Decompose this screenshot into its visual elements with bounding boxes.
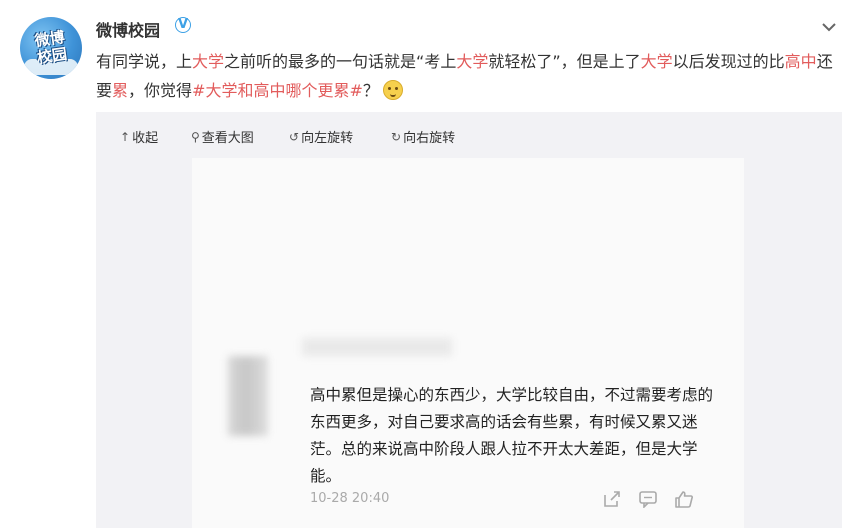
avatar-logo-text: 微博 校园: [33, 28, 69, 67]
share-icon: [604, 491, 620, 507]
like-icon: [675, 491, 693, 508]
media-panel: ↑ 收起 ⚲ 查看大图 ↺ 向左旋转 ↻ 向右旋转 高中累但是操心的东西少，大学…: [96, 112, 842, 528]
doge-emoji: [382, 80, 403, 100]
view-large-button[interactable]: ⚲ 查看大图: [191, 127, 254, 147]
verified-badge-icon: V: [175, 17, 191, 33]
post-keyword: 大学: [456, 52, 489, 71]
collapse-arrow-icon: ↑: [120, 129, 131, 144]
blurred-username: [302, 338, 452, 356]
collapse-button[interactable]: ↑ 收起: [120, 127, 159, 147]
post-text: 有同学说，上大学之前听的最多的一句话就是“考上大学就轻松了”，但是上了大学以后发…: [96, 47, 836, 105]
post-keyword: 高中: [784, 52, 817, 71]
media-toolbar: ↑ 收起 ⚲ 查看大图 ↺ 向左旋转 ↻ 向右旋转: [96, 112, 842, 158]
post-text-segment: ，你觉得: [128, 81, 193, 100]
attached-image[interactable]: 高中累但是操心的东西少，大学比较自由，不过需要考虑的东西更多，对自己要求高的话会…: [192, 158, 744, 528]
post-keyword: 累: [112, 81, 129, 100]
view-large-label: 查看大图: [201, 131, 254, 146]
rotate-left-icon: ↺: [289, 129, 300, 144]
post-keyword: 大学: [192, 52, 225, 71]
account-name[interactable]: 微博校园: [96, 17, 160, 41]
blurred-avatar: [228, 356, 268, 436]
image-comment-text: 高中累但是操心的东西少，大学比较自由，不过需要考虑的东西更多，对自己要求高的话会…: [310, 386, 714, 485]
collapse-label: 收起: [132, 131, 159, 146]
magnifier-icon: ⚲: [191, 129, 200, 144]
rotate-right-button[interactable]: ↻ 向右旋转: [391, 127, 456, 147]
comment-icon: [639, 491, 657, 508]
chevron-down-icon[interactable]: [820, 20, 838, 34]
account-avatar[interactable]: 微博 校园: [20, 17, 82, 79]
post-keyword[interactable]: #大学和高中哪个更累#: [192, 81, 363, 100]
post-text-segment: 有同学说，上: [96, 52, 193, 71]
rotate-left-button[interactable]: ↺ 向左旋转: [289, 127, 354, 147]
post-text-segment: 以后发现过的比: [672, 52, 785, 71]
post-text-segment: ？: [362, 81, 379, 100]
rotate-right-icon: ↻: [391, 129, 402, 144]
rotate-right-label: 向右旋转: [403, 131, 456, 146]
image-comment-time: 10-28 20:40: [310, 491, 390, 506]
post-text-segment: 之前听的最多的一句话就是“考上: [224, 52, 457, 71]
post-keyword: 大学: [640, 52, 673, 71]
post-text-segment: 就轻松了”，但是上了: [488, 52, 641, 71]
rotate-left-label: 向左旋转: [301, 131, 354, 146]
